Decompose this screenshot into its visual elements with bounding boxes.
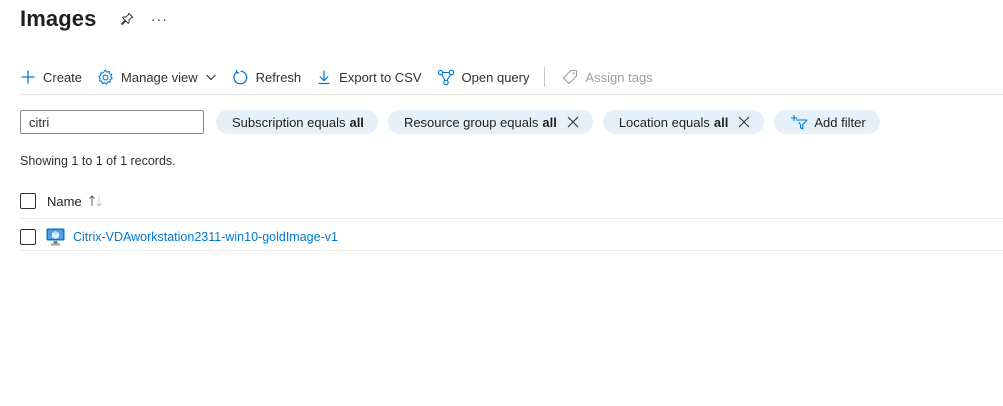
filter-bar: Subscription equals all Resource group e… xyxy=(20,110,880,134)
tag-icon xyxy=(563,69,578,85)
subscription-filter-label: Subscription equals xyxy=(232,114,346,130)
subscription-filter-value: all xyxy=(349,114,364,130)
row-checkbox[interactable] xyxy=(20,229,36,245)
manage-view-label: Manage view xyxy=(121,69,198,85)
open-query-button[interactable]: Open query xyxy=(437,69,530,86)
location-filter-label: Location equals xyxy=(618,114,710,130)
location-filter-value: all xyxy=(713,114,729,130)
resource-group-filter-value: all xyxy=(542,114,557,130)
plus-icon xyxy=(21,70,35,84)
location-filter-pill[interactable]: Location equals all xyxy=(602,110,765,134)
subscription-filter-pill[interactable]: Subscription equals all xyxy=(216,110,378,134)
manage-view-button[interactable]: Manage view xyxy=(97,69,217,86)
image-name-link[interactable]: Citrix-VDAworkstation2311-win10-goldImag… xyxy=(73,230,338,244)
pin-icon[interactable] xyxy=(118,10,136,28)
refresh-icon xyxy=(232,69,247,84)
sort-icon[interactable] xyxy=(88,194,104,208)
resource-group-filter-pill[interactable]: Resource group equals all xyxy=(387,110,593,134)
create-button[interactable]: Create xyxy=(20,69,82,85)
grid-header: Name xyxy=(20,190,104,212)
toolbar-divider xyxy=(544,67,546,87)
export-csv-label: Export to CSV xyxy=(339,69,422,85)
assign-tags-button[interactable]: Assign tags xyxy=(562,69,653,85)
resource-group-filter-label: Resource group equals xyxy=(403,114,539,130)
add-filter-label: Add filter xyxy=(814,114,866,130)
select-all-checkbox[interactable] xyxy=(20,193,36,209)
page-title: Images xyxy=(20,6,97,31)
gear-icon xyxy=(98,69,113,85)
table-row[interactable]: Citrix-VDAworkstation2311-win10-goldImag… xyxy=(20,226,338,248)
column-header-name[interactable]: Name xyxy=(47,194,82,209)
refresh-button[interactable]: Refresh xyxy=(232,69,302,86)
open-query-label: Open query xyxy=(461,69,530,85)
add-filter-icon xyxy=(791,115,808,130)
record-count: Showing 1 to 1 of 1 records. xyxy=(20,154,176,168)
header-divider xyxy=(20,218,1003,219)
refresh-label: Refresh xyxy=(255,69,302,85)
vm-image-icon xyxy=(46,228,65,246)
query-icon xyxy=(437,69,454,85)
close-icon[interactable] xyxy=(567,116,579,128)
download-icon xyxy=(318,70,330,85)
close-icon[interactable] xyxy=(738,116,750,128)
chevron-down-icon xyxy=(205,74,216,81)
search-input[interactable] xyxy=(20,110,204,134)
title-row: Images ··· xyxy=(20,4,168,34)
export-csv-button[interactable]: Export to CSV xyxy=(316,69,422,85)
row-divider xyxy=(20,250,1003,251)
toolbar-divider-line xyxy=(20,94,1003,95)
assign-tags-label: Assign tags xyxy=(585,69,653,85)
more-icon[interactable]: ··· xyxy=(150,10,168,28)
command-bar: Create Manage view Refresh Export to CSV… xyxy=(20,64,668,90)
add-filter-button[interactable]: Add filter xyxy=(774,110,880,134)
create-label: Create xyxy=(43,69,83,85)
